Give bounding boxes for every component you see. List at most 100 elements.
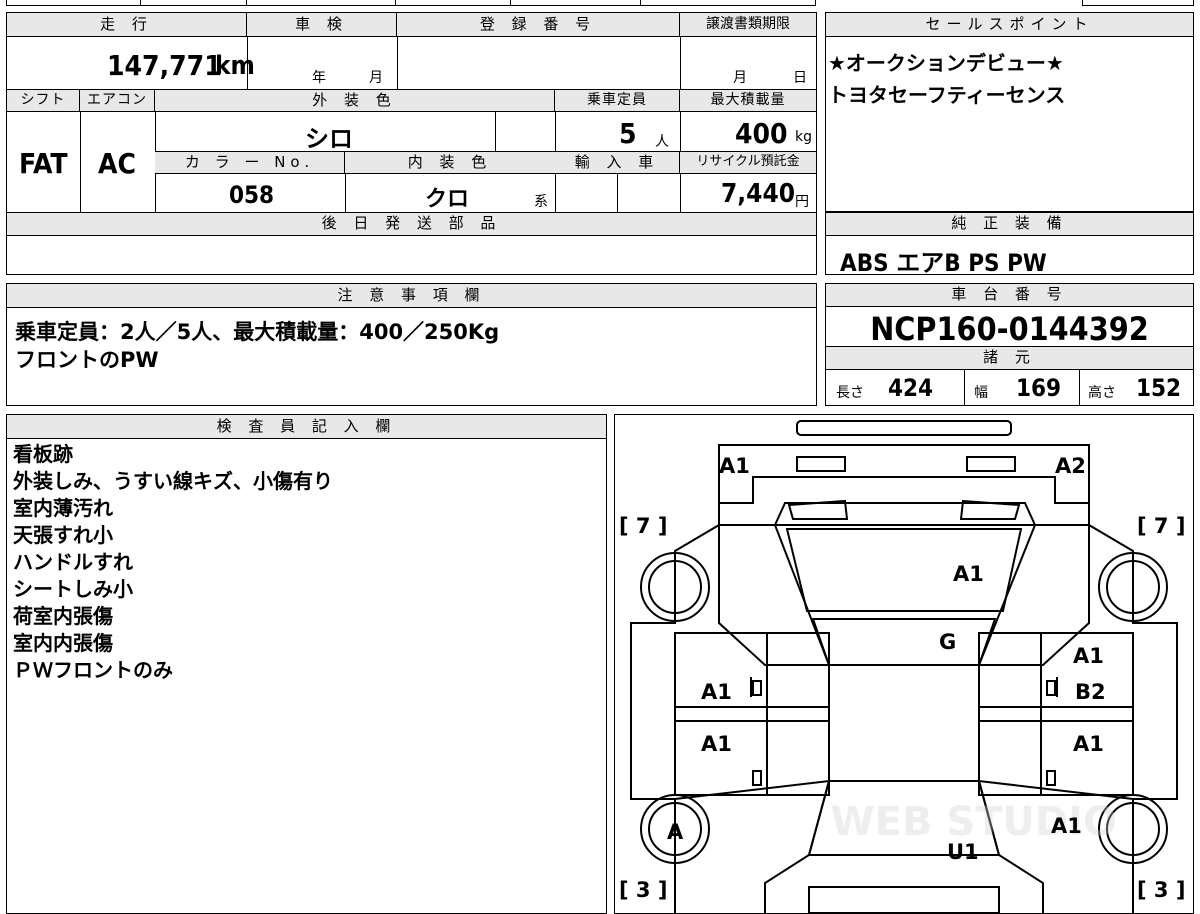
divider (964, 370, 965, 405)
inspector-line: ＰＷフロントのみ (13, 658, 173, 682)
capacity-unit: 人 (655, 134, 669, 150)
equipment-box: 純 正 装 備 ABS エアB PS PW (825, 212, 1194, 277)
inspector-line: ハンドルすれ (13, 550, 133, 574)
damage-front-bumper-right: A2 (1055, 454, 1086, 478)
aircon-value: AC (98, 147, 136, 180)
shaken-month-label: 月 (369, 70, 383, 86)
notes-line: 乗車定員：2人／5人、最大積載量：400／250Kg (15, 320, 500, 344)
transfer-month-label: 月 (733, 70, 747, 86)
damage-right-rear-quarter: A1 (1051, 814, 1082, 838)
top-stub-divider (395, 0, 396, 6)
inspector-line: 天張すれ小 (13, 523, 113, 547)
width-value: 169 (1016, 374, 1062, 402)
left-quarter (674, 779, 831, 913)
left-front-fender (718, 524, 831, 666)
sales-point-header: セールスポイント (826, 13, 1193, 37)
damage-left-rear-door: A1 (701, 732, 732, 756)
top-stub-right (1082, 0, 1194, 6)
height-label: 高さ (1088, 385, 1116, 401)
divider (1079, 370, 1080, 405)
recycle-unit: 円 (795, 194, 809, 210)
divider (495, 112, 496, 151)
shift-header: シフト (7, 90, 80, 112)
divider (80, 112, 81, 212)
shift-value: FAT (19, 147, 68, 180)
front-bumper (718, 444, 1090, 504)
left-handle (752, 770, 762, 786)
equipment-value: ABS エアB PS PW (840, 249, 1047, 277)
damage-hood: A1 (953, 562, 984, 586)
notes-box: 注 意 事 項 欄 乗車定員：2人／5人、最大積載量：400／250Kg フロン… (6, 283, 817, 406)
notes-line: フロントのPW (15, 348, 159, 372)
shaken-year-label: 年 (312, 70, 326, 86)
max-load-unit: kg (795, 129, 812, 145)
damage-right-rear-door: A1 (1073, 732, 1104, 756)
damage-roof-rear: U1 (947, 840, 979, 864)
top-stub-divider (140, 0, 141, 6)
divider (345, 174, 346, 212)
interior-color-header: 内 装 色 (345, 152, 555, 174)
later-parts-header: 後 日 発 送 部 品 (7, 213, 816, 236)
notes-header: 注 意 事 項 欄 (7, 284, 816, 308)
inspector-notes: 看板跡 外装しみ、うすい線キズ、小傷有り 室内薄汚れ 天張すれ小 ハンドルすれ … (13, 441, 333, 684)
inspector-line: 室内内張傷 (13, 631, 113, 655)
import-header: 輸 入 車 (555, 152, 680, 174)
right-fog-lamp (966, 456, 1016, 472)
damage-left-rear-wheel: A (667, 820, 684, 844)
equipment-header: 純 正 装 備 (826, 213, 1193, 236)
capacity-header: 乗車定員 (555, 90, 680, 112)
mileage-value: 147,771 (107, 49, 222, 82)
length-label: 長さ (836, 385, 864, 401)
sales-point-line: ★オークションデビュー★ (828, 51, 1064, 75)
divider (617, 174, 618, 212)
top-stub-strip (6, 0, 816, 6)
transfer-day-label: 日 (793, 70, 807, 86)
interior-color-suffix: 系 (534, 194, 548, 210)
top-stub-divider (246, 0, 247, 6)
left-fog-lamp (796, 456, 846, 472)
color-no-value: 058 (229, 181, 275, 209)
recycle-value: 7,440 (721, 179, 795, 209)
exterior-color-value: シロ (305, 125, 353, 153)
shaken-header: 車 検 (247, 13, 397, 37)
top-stub-divider (640, 0, 641, 6)
inspector-line: 外装しみ、うすい線キズ、小傷有り (13, 469, 333, 493)
divider (680, 37, 681, 89)
tread-front-left: [ 7 ] (619, 514, 667, 538)
top-stub-divider (510, 0, 511, 6)
max-load-header: 最大積載量 (680, 90, 816, 112)
divider (397, 37, 398, 89)
grille (773, 502, 1037, 526)
inspector-box: 検 査 員 記 入 欄 看板跡 外装しみ、うすい線キズ、小傷有り 室内薄汚れ 天… (6, 414, 607, 914)
damage-windshield: G (939, 630, 956, 654)
length-value: 424 (888, 374, 934, 402)
right-mirror (1046, 680, 1056, 696)
chassis-number: NCP160-0144392 (870, 310, 1149, 348)
car-diagram-box: WEB STUDIO [ 7 ] [ 7 ] [ 3 ] [ 3 ] A1 A2… (614, 414, 1194, 914)
mileage-header: 走 行 (7, 13, 247, 37)
front-bumper-bar (796, 420, 1012, 436)
spec-table: 走 行 車 検 登 録 番 号 譲渡書類期限 147,771 km 年 月 月 … (6, 12, 817, 275)
tread-rear-right: [ 3 ] (1137, 878, 1185, 902)
inspector-line: 看板跡 (13, 442, 73, 466)
dimensions-header: 諸 元 (826, 346, 1193, 370)
sales-point-line: トヨタセーフティーセンス (828, 83, 1066, 107)
damage-right-front-door: B2 (1075, 680, 1106, 704)
hood (785, 528, 1023, 612)
damage-front-bumper-left: A1 (719, 454, 750, 478)
damage-left-front-door: A1 (701, 680, 732, 704)
capacity-value: 5 (619, 117, 637, 150)
roof (828, 664, 980, 782)
chassis-box: 車 台 番 号 NCP160-0144392 諸 元 長さ 424 幅 169 … (825, 283, 1194, 406)
chassis-header: 車 台 番 号 (826, 284, 1193, 307)
height-value: 152 (1136, 374, 1182, 402)
max-load-value: 400 (735, 117, 788, 150)
inspector-header: 検 査 員 記 入 欄 (7, 415, 606, 439)
inspector-line: シートしみ小 (13, 577, 133, 601)
tread-front-right: [ 7 ] (1137, 514, 1185, 538)
width-label: 幅 (974, 385, 988, 401)
car-diagram: WEB STUDIO [ 7 ] [ 7 ] [ 3 ] [ 3 ] A1 A2… (619, 420, 1185, 913)
transfer-deadline-header: 譲渡書類期限 (680, 13, 816, 37)
registration-header: 登 録 番 号 (397, 13, 680, 37)
left-mirror (752, 680, 762, 696)
